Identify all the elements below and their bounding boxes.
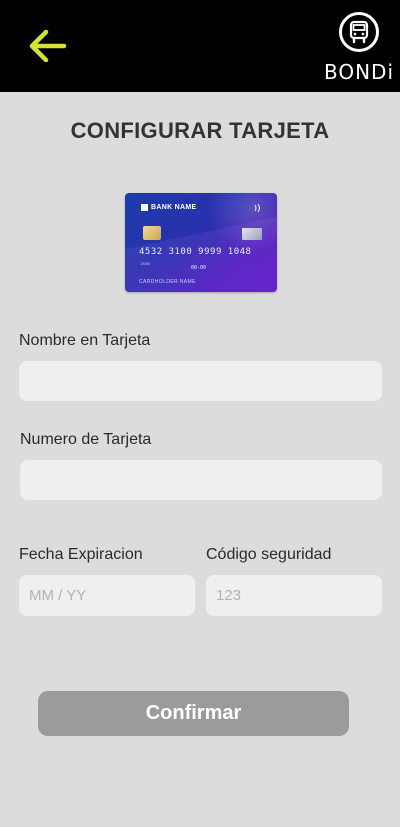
expiry-label: Fecha Expiracion	[19, 546, 143, 563]
card-hologram	[242, 228, 262, 240]
cvv-label: Código seguridad	[206, 546, 332, 563]
card-name-input[interactable]	[19, 361, 382, 401]
card-expiry: 00-00	[191, 265, 207, 271]
contactless-icon	[254, 203, 260, 213]
expiry-input[interactable]	[19, 575, 195, 616]
confirm-button[interactable]: Confirmar	[38, 691, 349, 736]
app-logo: BONDi	[324, 12, 394, 86]
card-small-code: 2000	[141, 261, 150, 266]
logo-text: BONDi	[323, 60, 395, 84]
bus-icon	[339, 12, 379, 52]
name-label: Nombre en Tarjeta	[19, 332, 151, 349]
credit-card-image: BANK NAME 4532 3100 9999 1048 2000 00-00…	[125, 193, 277, 292]
number-label: Numero de Tarjeta	[20, 431, 152, 448]
card-bank-name: BANK NAME	[141, 204, 196, 211]
card-chip	[143, 226, 161, 240]
page-title: CONFIGURAR TARJETA	[70, 118, 330, 143]
card-number: 4532 3100 9999 1048	[139, 247, 252, 257]
back-button[interactable]	[24, 24, 70, 68]
card-holder: CARDHOLDER NAME	[139, 279, 196, 285]
cvv-input[interactable]	[206, 575, 382, 616]
app-header: BONDi	[0, 0, 400, 92]
arrow-left-icon	[29, 29, 67, 63]
card-number-input[interactable]	[20, 460, 382, 500]
